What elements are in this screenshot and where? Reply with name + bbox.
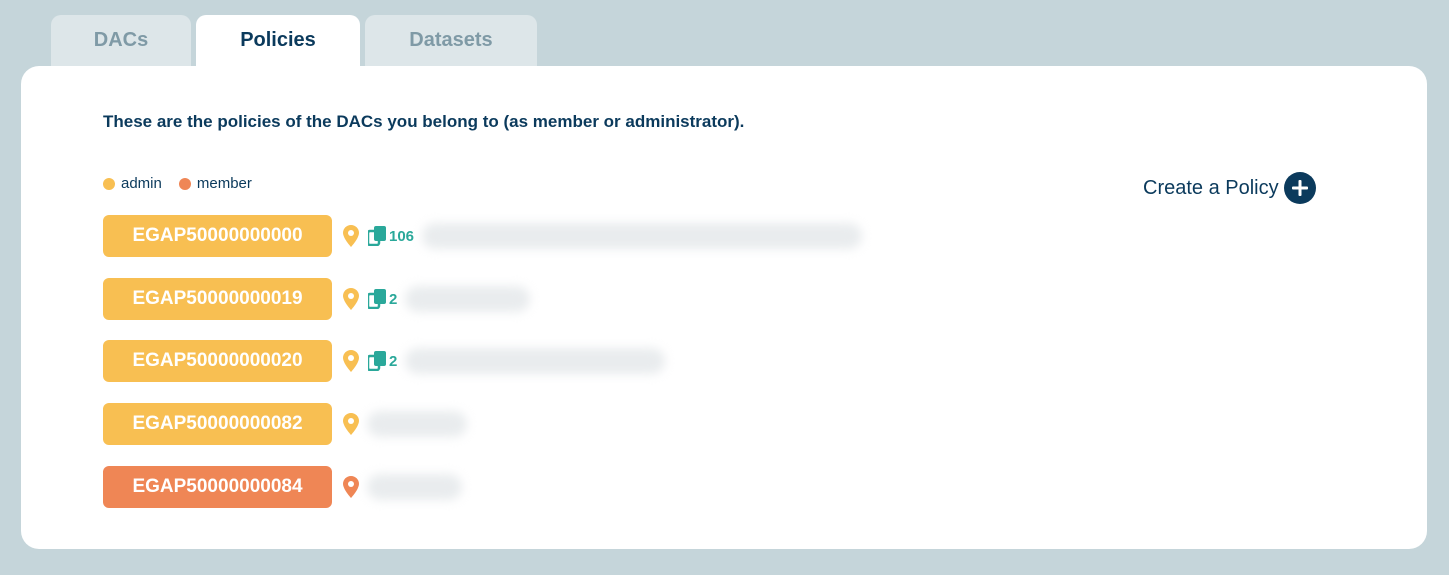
policy-badge[interactable]: EGAP50000000019	[103, 278, 332, 320]
tab-policies[interactable]: Policies	[196, 15, 360, 68]
policy-row: EGAP50000000082	[103, 403, 467, 445]
location-pin-icon	[343, 350, 359, 372]
policy-badge[interactable]: EGAP50000000020	[103, 340, 332, 382]
copy-documents-icon	[368, 289, 386, 309]
dataset-count-link[interactable]: 2	[368, 289, 397, 309]
policy-row: EGAP50000000000 106	[103, 215, 863, 257]
legend-member-label: member	[196, 175, 252, 192]
location-pin-icon	[343, 413, 359, 435]
create-policy-button[interactable]: Create a Policy	[1143, 172, 1316, 204]
tab-datasets[interactable]: Datasets	[365, 15, 537, 68]
redacted-description	[422, 223, 863, 249]
tab-bar: DACs Policies Datasets	[51, 15, 537, 68]
location-pin-icon	[343, 476, 359, 498]
tab-dacs[interactable]: DACs	[51, 15, 191, 68]
legend-admin-label: admin	[121, 175, 162, 192]
copy-documents-icon	[368, 351, 386, 371]
intro-text: These are the policies of the DACs you b…	[103, 112, 745, 131]
policy-badge[interactable]: EGAP50000000084	[103, 466, 332, 508]
policy-row: EGAP50000000020 2	[103, 340, 666, 382]
dataset-count-link[interactable]: 2	[368, 351, 397, 371]
policies-panel: These are the policies of the DACs you b…	[21, 66, 1427, 549]
redacted-description	[367, 474, 462, 500]
policy-badge[interactable]: EGAP50000000082	[103, 403, 332, 445]
plus-circle-icon	[1283, 172, 1316, 204]
dataset-count-link[interactable]: 106	[368, 226, 414, 246]
policy-row: EGAP50000000019 2	[103, 278, 531, 320]
policy-row: EGAP50000000084	[103, 466, 462, 508]
dataset-count: 2	[389, 290, 398, 308]
admin-dot-icon	[103, 177, 115, 190]
dataset-count: 106	[389, 227, 415, 245]
create-policy-label: Create a Policy	[1143, 176, 1279, 199]
redacted-description	[367, 411, 467, 437]
dataset-count: 2	[389, 352, 398, 370]
redacted-description	[405, 348, 666, 374]
legend-admin: admin	[103, 175, 162, 192]
redacted-description	[405, 286, 531, 312]
role-legend: admin member	[103, 175, 269, 192]
member-dot-icon	[178, 177, 191, 190]
legend-member: member	[178, 175, 252, 192]
location-pin-icon	[343, 288, 359, 310]
copy-documents-icon	[368, 226, 386, 246]
policy-badge[interactable]: EGAP50000000000	[103, 215, 332, 257]
location-pin-icon	[343, 225, 359, 247]
